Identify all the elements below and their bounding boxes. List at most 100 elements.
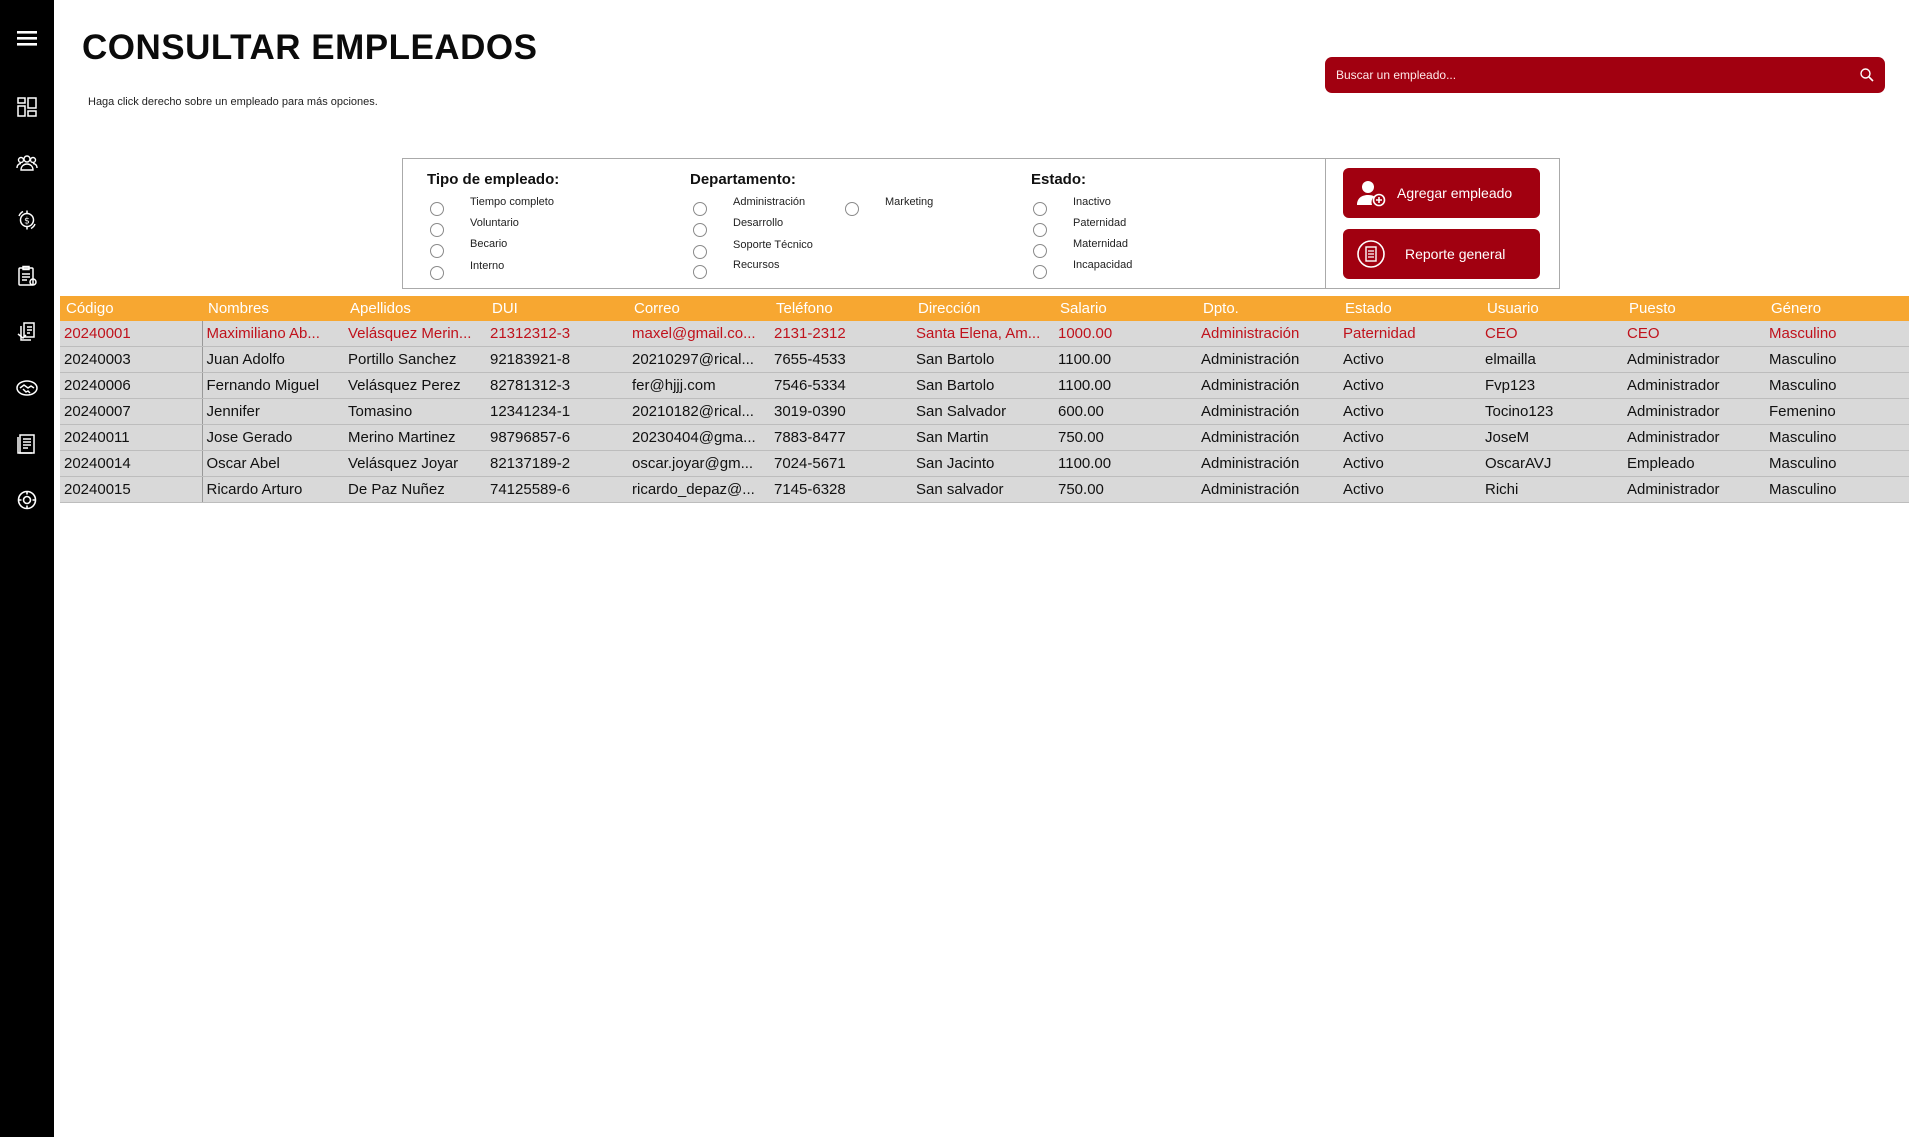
column-header[interactable]: Usuario xyxy=(1481,296,1623,321)
table-cell: Administrador xyxy=(1623,476,1765,503)
column-header[interactable]: Código xyxy=(60,296,202,321)
table-row[interactable]: 20240015 Ricardo Arturo De Paz Nuñez 741255… xyxy=(60,476,1909,503)
column-header[interactable]: Dirección xyxy=(912,296,1054,321)
radio-inactivo[interactable]: Inactivo xyxy=(1033,196,1111,216)
table-cell: Activo xyxy=(1339,476,1481,503)
radio-button[interactable] xyxy=(845,202,859,216)
table-cell: Administrador xyxy=(1623,346,1765,373)
radio-button[interactable] xyxy=(1033,223,1047,237)
table-cell: oscar.joyar@gm... xyxy=(628,450,770,477)
table-cell: 20240003 xyxy=(60,346,203,373)
radio-maternidad[interactable]: Maternidad xyxy=(1033,238,1128,258)
records-icon[interactable] xyxy=(13,430,41,458)
radio-label: Tiempo completo xyxy=(470,196,554,208)
table-cell: JoseM xyxy=(1481,424,1623,451)
employees-icon[interactable] xyxy=(13,150,41,178)
column-header[interactable]: Correo xyxy=(628,296,770,321)
table-cell: 20210182@rical... xyxy=(628,398,770,425)
table-cell: 7024-5671 xyxy=(770,450,912,477)
table-cell: San Jacinto xyxy=(912,450,1054,477)
table-cell: Administrador xyxy=(1623,398,1765,425)
table-cell: Tocino123 xyxy=(1481,398,1623,425)
add-employee-button[interactable]: Agregar empleado xyxy=(1343,168,1540,218)
table-cell: Maximiliano Ab... xyxy=(202,321,344,347)
table-cell: Velásquez Joyar xyxy=(344,450,486,477)
table-cell: Masculino xyxy=(1765,450,1909,477)
table-row[interactable]: 20240014 Oscar Abel Velásquez Joyar 8213718… xyxy=(60,450,1909,477)
radio-becario[interactable]: Becario xyxy=(430,238,508,258)
table-cell: Jennifer xyxy=(202,398,344,425)
settings-icon[interactable] xyxy=(13,486,41,514)
table-cell: San salvador xyxy=(912,476,1054,503)
radio-label: Becario xyxy=(470,238,508,250)
general-report-button[interactable]: Reporte general xyxy=(1343,229,1540,279)
column-header[interactable]: Nombres xyxy=(202,296,344,321)
menu-icon[interactable] xyxy=(13,24,41,52)
table-row[interactable]: 20240001 Maximiliano Ab... Velásquez Merin… xyxy=(60,321,1909,347)
table-cell: 750.00 xyxy=(1054,424,1197,451)
radio-button[interactable] xyxy=(1033,244,1047,258)
table-cell: Merino Martinez xyxy=(344,424,486,451)
table-row[interactable]: 20240007 Jennifer Tomasino 12341234-1 202101… xyxy=(60,398,1909,425)
dashboard-icon[interactable] xyxy=(13,93,41,121)
table-cell: 1100.00 xyxy=(1054,372,1197,399)
radio-button[interactable] xyxy=(430,266,444,280)
table-cell: Activo xyxy=(1339,346,1481,373)
column-header[interactable]: Puesto xyxy=(1623,296,1765,321)
table-cell: Administración xyxy=(1197,450,1339,477)
column-header[interactable]: Apellidos xyxy=(344,296,486,321)
radio-interno[interactable]: Interno xyxy=(430,260,504,280)
filter-panel: Tipo de empleado: Tiempo completo Volunt… xyxy=(402,158,1560,289)
table-cell: ricardo_depaz@... xyxy=(628,476,770,503)
radio-label: Marketing xyxy=(885,196,934,208)
search-icon[interactable] xyxy=(1859,67,1875,83)
column-header[interactable]: Estado xyxy=(1339,296,1481,321)
table-cell: De Paz Nuñez xyxy=(344,476,486,503)
table-cell: elmailla xyxy=(1481,346,1623,373)
table-cell: 21312312-3 xyxy=(486,321,628,347)
table-cell: Fvp123 xyxy=(1481,372,1623,399)
table-cell: Tomasino xyxy=(344,398,486,425)
column-header[interactable]: Salario xyxy=(1054,296,1197,321)
table-cell: 82781312-3 xyxy=(486,372,628,399)
radio-button[interactable] xyxy=(693,202,707,216)
table-cell: Masculino xyxy=(1765,372,1909,399)
radio-button[interactable] xyxy=(430,244,444,258)
radio-button[interactable] xyxy=(430,202,444,216)
table-row[interactable]: 20240003 Juan Adolfo Portillo Sanchez 92183… xyxy=(60,346,1909,373)
column-header[interactable]: Teléfono xyxy=(770,296,912,321)
radio-recursos[interactable]: Recursos xyxy=(693,259,779,279)
radio-label: Voluntario xyxy=(470,217,519,229)
column-header[interactable]: Dpto. xyxy=(1197,296,1339,321)
table-row[interactable]: 20240006 Fernando Miguel Velásquez Perez 82… xyxy=(60,372,1909,399)
radio-marketing[interactable]: Marketing xyxy=(845,196,934,216)
radio-button[interactable] xyxy=(430,223,444,237)
radio-button[interactable] xyxy=(1033,265,1047,279)
table-cell: 7655-4533 xyxy=(770,346,912,373)
table-cell: 20240006 xyxy=(60,372,203,399)
radio-voluntario[interactable]: Voluntario xyxy=(430,217,519,237)
radio-tiempo-completo[interactable]: Tiempo completo xyxy=(430,196,554,216)
radio-button[interactable] xyxy=(693,223,707,237)
radio-administracion[interactable]: Administración xyxy=(693,196,805,216)
radio-button[interactable] xyxy=(693,245,707,259)
column-header[interactable]: DUI xyxy=(486,296,628,321)
table-row[interactable]: 20240011 Jose Gerado Merino Martinez 987968… xyxy=(60,424,1909,451)
radio-desarrollo[interactable]: Desarrollo xyxy=(693,217,783,237)
documents-icon[interactable] xyxy=(13,318,41,346)
radio-paternidad[interactable]: Paternidad xyxy=(1033,217,1126,237)
radio-soporte-tecnico[interactable]: Soporte Técnico xyxy=(693,239,813,259)
radio-button[interactable] xyxy=(693,265,707,279)
agreements-icon[interactable] xyxy=(13,374,41,402)
payroll-icon[interactable]: $ xyxy=(13,206,41,234)
radio-button[interactable] xyxy=(1033,202,1047,216)
search-input[interactable] xyxy=(1325,57,1845,93)
radio-incapacidad[interactable]: Incapacidad xyxy=(1033,259,1132,279)
sidebar: $ xyxy=(0,0,54,1137)
column-header[interactable]: Género xyxy=(1765,296,1909,321)
table-cell: 7145-6328 xyxy=(770,476,912,503)
table-cell: 20230404@gma... xyxy=(628,424,770,451)
table-cell: 1100.00 xyxy=(1054,450,1197,477)
reports-icon[interactable] xyxy=(13,262,41,290)
table-cell: Activo xyxy=(1339,450,1481,477)
